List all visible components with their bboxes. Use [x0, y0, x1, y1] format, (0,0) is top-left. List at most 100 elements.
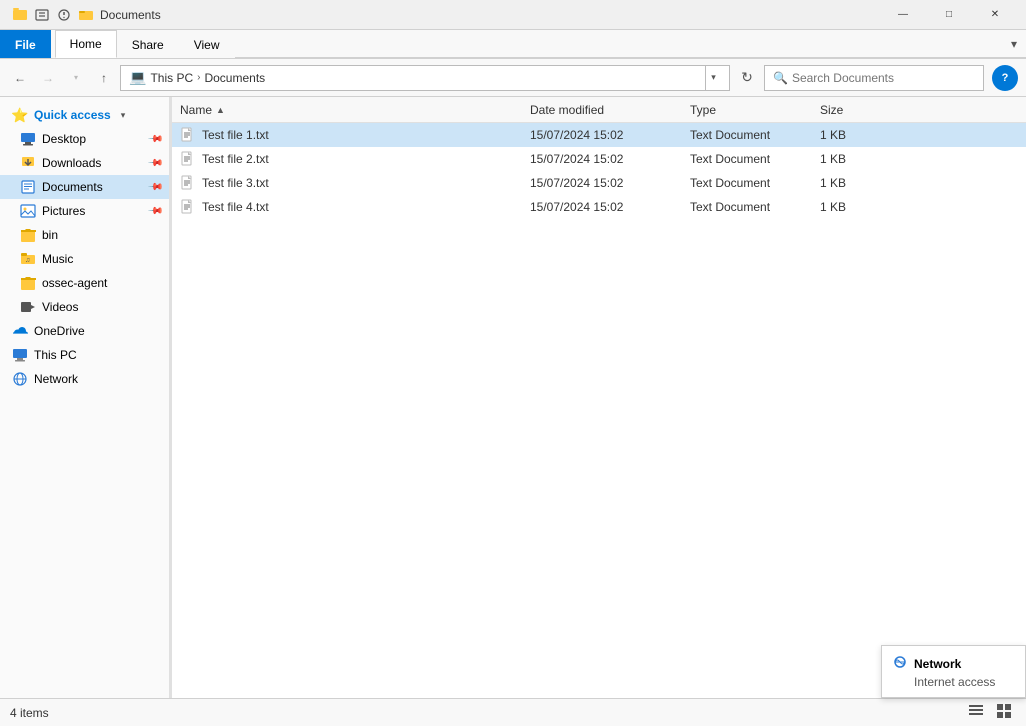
file-name: Test file 4.txt	[202, 200, 269, 214]
file-size-cell: 1 KB	[812, 176, 892, 190]
sidebar-label-pictures: Pictures	[42, 204, 85, 218]
file-size-cell: 1 KB	[812, 128, 892, 142]
column-header-size[interactable]: Size	[812, 97, 892, 122]
tab-view[interactable]: View	[179, 30, 235, 58]
sidebar-label-videos: Videos	[42, 300, 78, 314]
sidebar-label-music: Music	[42, 252, 73, 266]
column-header-date[interactable]: Date modified	[522, 97, 682, 122]
tab-home[interactable]: Home	[55, 30, 117, 58]
help-button[interactable]: ?	[992, 65, 1018, 91]
desktop-icon	[20, 131, 36, 147]
item-count: 4 items	[10, 706, 49, 720]
main-area: ⭐ Quick access ▾ Desktop 📌 Downloads 📌 D…	[0, 97, 1026, 698]
network-badge-row1: Network	[892, 654, 1015, 673]
sidebar-item-desktop[interactable]: Desktop 📌	[0, 127, 169, 151]
ribbon-tabs: File Home Share View ▾	[0, 30, 1026, 58]
search-input[interactable]	[792, 71, 975, 85]
sidebar-item-ossec[interactable]: ossec-agent	[0, 271, 169, 295]
file-list: Test file 1.txt 15/07/2024 15:02 Text Do…	[172, 123, 1026, 219]
close-button[interactable]: ✕	[972, 0, 1018, 30]
sidebar-label-quick-access: Quick access	[34, 108, 111, 122]
file-name-cell: Test file 3.txt	[172, 175, 522, 191]
sidebar-item-network[interactable]: Network	[0, 367, 169, 391]
sidebar-label-bin: bin	[42, 228, 58, 242]
quick-access-icon: ⭐	[12, 107, 28, 123]
sidebar-item-documents[interactable]: Documents 📌	[0, 175, 169, 199]
name-sort-arrow: ▲	[216, 105, 225, 115]
sidebar-label-thispc: This PC	[34, 348, 77, 362]
network-badge-line1: Network	[914, 657, 961, 671]
file-name: Test file 3.txt	[202, 176, 269, 190]
videos-icon	[20, 299, 36, 315]
pictures-icon	[20, 203, 36, 219]
file-date-cell: 15/07/2024 15:02	[522, 200, 682, 214]
file-content-area: Name ▲ Date modified Type Size	[172, 97, 1026, 698]
address-dropdown-button[interactable]: ▾	[705, 65, 721, 91]
table-row[interactable]: Test file 2.txt 15/07/2024 15:02 Text Do…	[172, 147, 1026, 171]
forward-button[interactable]: →	[36, 66, 60, 90]
quick-access-expand-icon: ▾	[121, 110, 126, 121]
sidebar-item-thispc[interactable]: This PC	[0, 343, 169, 367]
file-icon	[180, 175, 196, 191]
address-path: 💻 This PC › Documents	[129, 69, 701, 86]
title-properties-icon	[56, 7, 72, 23]
sidebar-item-pictures[interactable]: Pictures 📌	[0, 199, 169, 223]
view-list-icon[interactable]	[964, 701, 988, 724]
back-button[interactable]: ←	[8, 66, 32, 90]
title-bar-left: Documents	[12, 7, 161, 23]
file-icon	[180, 127, 196, 143]
network-status-badge: Network Internet access	[881, 645, 1026, 698]
view-grid-icon[interactable]	[992, 701, 1016, 724]
address-bar[interactable]: 💻 This PC › Documents ▾	[120, 65, 730, 91]
sidebar-label-network: Network	[34, 372, 78, 386]
column-headers: Name ▲ Date modified Type Size	[172, 97, 1026, 123]
file-name-cell: Test file 4.txt	[172, 199, 522, 215]
title-bar-controls: — □ ✕	[880, 0, 1018, 30]
sidebar-label-onedrive: OneDrive	[34, 324, 85, 338]
table-row[interactable]: Test file 3.txt 15/07/2024 15:02 Text Do…	[172, 171, 1026, 195]
search-icon: 🔍	[773, 71, 788, 85]
thispc-icon	[12, 347, 28, 363]
address-folder-icon: 💻	[129, 69, 146, 86]
file-type-cell: Text Document	[682, 152, 812, 166]
sidebar-label-documents: Documents	[42, 180, 103, 194]
file-size-cell: 1 KB	[812, 200, 892, 214]
file-icon	[180, 151, 196, 167]
column-header-type[interactable]: Type	[682, 97, 812, 122]
onedrive-icon	[12, 323, 28, 339]
maximize-button[interactable]: □	[926, 0, 972, 30]
sidebar-item-downloads[interactable]: Downloads 📌	[0, 151, 169, 175]
minimize-button[interactable]: —	[880, 0, 926, 30]
address-separator: ›	[197, 72, 200, 83]
status-bar: 4 items	[0, 698, 1026, 726]
file-name-cell: Test file 1.txt	[172, 127, 522, 143]
ribbon: File Home Share View ▾	[0, 30, 1026, 59]
tab-file[interactable]: File	[0, 30, 51, 58]
refresh-button[interactable]: ↻	[734, 65, 760, 91]
title-folder-icon	[12, 7, 28, 23]
sidebar: ⭐ Quick access ▾ Desktop 📌 Downloads 📌 D…	[0, 97, 170, 698]
ribbon-expand-button[interactable]: ▾	[1002, 30, 1026, 58]
table-row[interactable]: Test file 1.txt 15/07/2024 15:02 Text Do…	[172, 123, 1026, 147]
sidebar-item-bin[interactable]: bin	[0, 223, 169, 247]
file-name: Test file 2.txt	[202, 152, 269, 166]
sidebar-item-onedrive[interactable]: OneDrive	[0, 319, 169, 343]
sidebar-label-desktop: Desktop	[42, 132, 86, 146]
svg-text:♫: ♫	[25, 257, 30, 264]
address-row: ← → ▾ ↑ 💻 This PC › Documents ▾ ↻ 🔍 ?	[0, 59, 1026, 97]
table-row[interactable]: Test file 4.txt 15/07/2024 15:02 Text Do…	[172, 195, 1026, 219]
title-bar: Documents — □ ✕	[0, 0, 1026, 30]
title-text: Documents	[100, 8, 161, 22]
sidebar-label-downloads: Downloads	[42, 156, 101, 170]
file-type-cell: Text Document	[682, 176, 812, 190]
title-new-icon	[34, 7, 50, 23]
sidebar-item-music[interactable]: ♫ Music	[0, 247, 169, 271]
column-header-name[interactable]: Name ▲	[172, 97, 522, 122]
sidebar-item-quick-access[interactable]: ⭐ Quick access ▾	[0, 103, 169, 127]
recent-locations-button[interactable]: ▾	[64, 66, 88, 90]
up-button[interactable]: ↑	[92, 66, 116, 90]
file-date-cell: 15/07/2024 15:02	[522, 176, 682, 190]
tab-share[interactable]: Share	[117, 30, 179, 58]
file-icon	[180, 199, 196, 215]
sidebar-item-videos[interactable]: Videos	[0, 295, 169, 319]
